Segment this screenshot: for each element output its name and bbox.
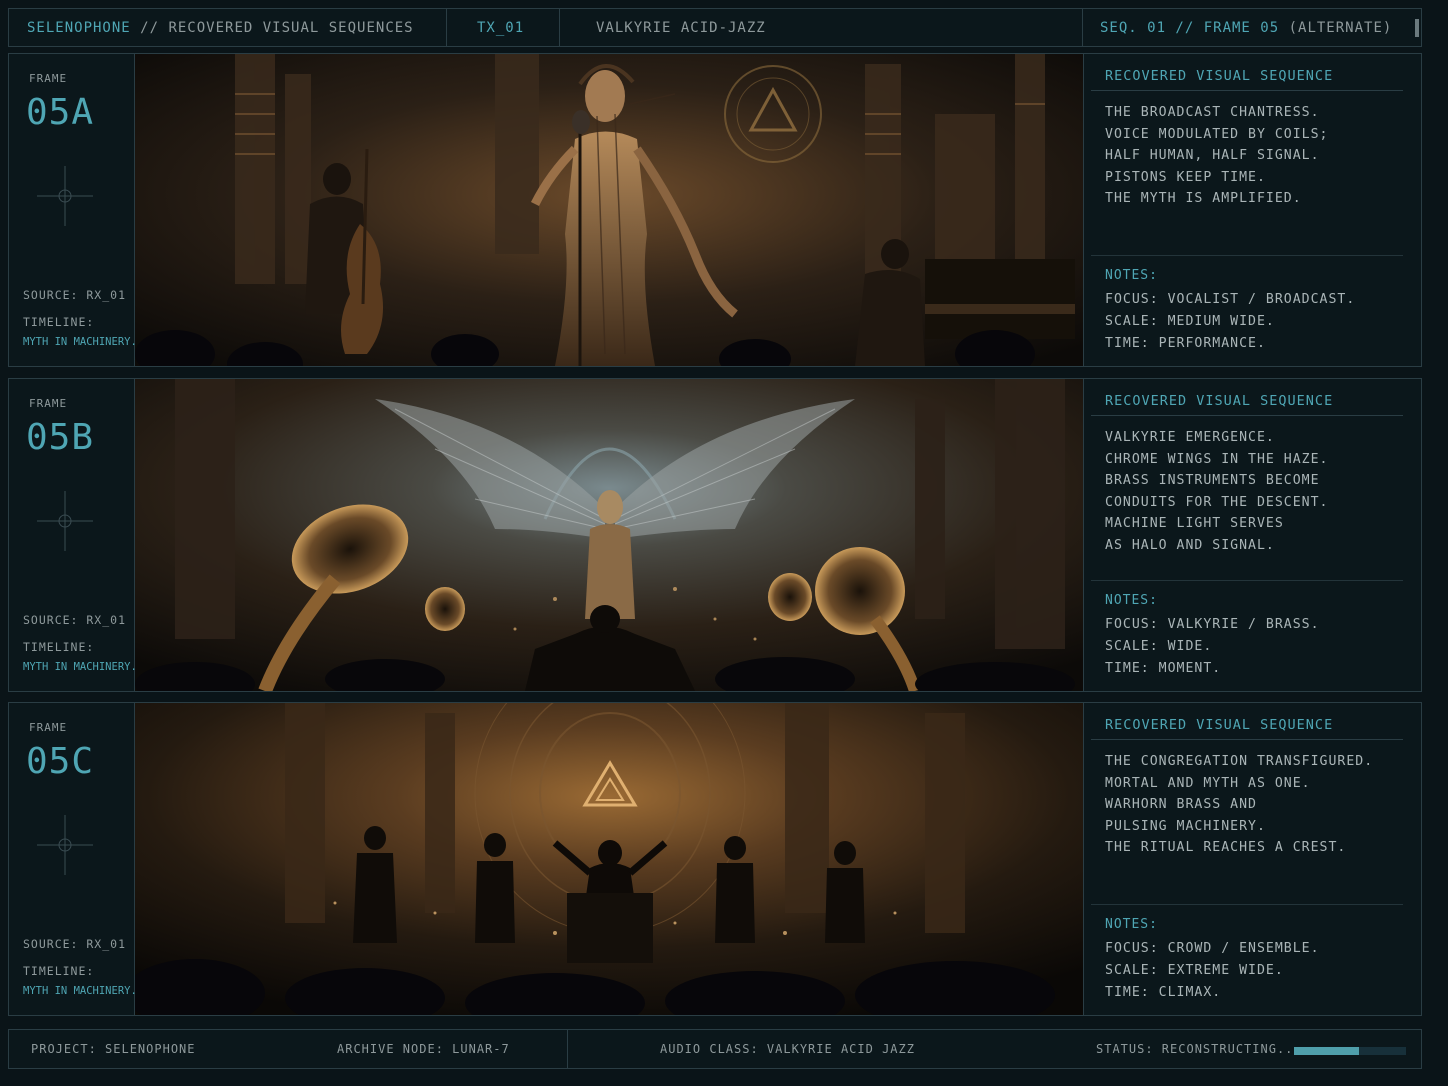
header-subtitle: RECOVERED VISUAL SEQUENCES (168, 19, 414, 36)
panel-title: RECOVERED VISUAL SEQUENCE (1105, 68, 1334, 84)
frame-description: THE BROADCAST CHANTRESS. VOICE MODULATED… (1105, 102, 1415, 210)
divider (1091, 904, 1403, 905)
note-line: TIME: MOMENT. (1105, 661, 1222, 676)
sequence-indicator: SEQ. 01 // FRAME 05 (ALTERNATE) (1100, 9, 1392, 46)
notes-heading: NOTES: (1105, 917, 1158, 932)
frame-description: VALKYRIE EMERGENCE. CHROME WINGS IN THE … (1105, 427, 1415, 557)
footer-bar: PROJECT: SELENOPHONE ARCHIVE NODE: LUNAR… (8, 1029, 1422, 1069)
description-line: HALF HUMAN, HALF SIGNAL. (1105, 148, 1320, 164)
divider (1091, 739, 1403, 740)
timeline-value: MYTH IN MACHINERY. (23, 661, 137, 673)
timeline-label: TIMELINE: (23, 315, 95, 329)
reticle-icon (37, 491, 93, 551)
timeline-label: TIMELINE: (23, 640, 95, 654)
description-line: PISTONS KEEP TIME. (1105, 169, 1266, 185)
notes-heading: NOTES: (1105, 268, 1158, 283)
frame-notes: FOCUS: VALKYRIE / BRASS. SCALE: WIDE. TI… (1105, 614, 1320, 680)
cursor-block (1415, 19, 1419, 37)
frame-description: THE CONGREGATION TRANSFIGURED. MORTAL AN… (1105, 751, 1415, 859)
archive-node-label: ARCHIVE NODE: LUNAR-7 (337, 1042, 510, 1056)
note-line: SCALE: MEDIUM WIDE. (1105, 314, 1275, 329)
description-line: WARHORN BRASS AND (1105, 797, 1257, 813)
footer-separator (567, 1030, 568, 1068)
frame-info: RECOVERED VISUAL SEQUENCE THE CONGREGATI… (1091, 703, 1421, 1015)
frame-info: RECOVERED VISUAL SEQUENCE VALKYRIE EMERG… (1091, 379, 1421, 691)
description-line: THE CONGREGATION TRANSFIGURED. (1105, 754, 1374, 769)
divider (1091, 580, 1403, 581)
frame-id: 05A (26, 92, 95, 133)
note-line: TIME: PERFORMANCE. (1105, 336, 1266, 351)
description-line: CONDUITS FOR THE DESCENT. (1105, 494, 1329, 510)
frame-meta: FRAME 05A SOURCE: RX_01 TIMELINE: MYTH I… (9, 54, 137, 366)
header-separator (559, 9, 560, 46)
app-name: SELENOPHONE (27, 19, 131, 36)
frame-image-congregation (135, 703, 1084, 1015)
description-line: CHROME WINGS IN THE HAZE. (1105, 451, 1329, 467)
timeline-value: MYTH IN MACHINERY. (23, 985, 137, 997)
frame-panel-05b: FRAME 05B SOURCE: RX_01 TIMELINE: MYTH I… (8, 378, 1422, 692)
frame-image-valkyrie (135, 379, 1084, 691)
reticle-icon (37, 166, 93, 226)
sequence-suffix: (ALTERNATE) (1288, 19, 1393, 36)
frame-id: 05B (26, 417, 95, 458)
frame-meta: FRAME 05B SOURCE: RX_01 TIMELINE: MYTH I… (9, 379, 137, 691)
frame-info: RECOVERED VISUAL SEQUENCE THE BROADCAST … (1091, 54, 1421, 366)
transmission-id: TX_01 (477, 19, 525, 36)
description-line: THE RITUAL REACHES A CREST. (1105, 840, 1347, 856)
status-label: STATUS: RECONSTRUCTING... (1096, 1042, 1302, 1056)
description-line: VALKYRIE EMERGENCE. (1105, 430, 1275, 445)
header-bar: SELENOPHONE // RECOVERED VISUAL SEQUENCE… (8, 8, 1422, 47)
frame-panel-05c: FRAME 05C SOURCE: RX_01 TIMELINE: MYTH I… (8, 702, 1422, 1016)
genre-label: VALKYRIE ACID-JAZZ (596, 19, 766, 36)
frame-panel-05a: FRAME 05A SOURCE: RX_01 TIMELINE: MYTH I… (8, 53, 1422, 367)
frame-notes: FOCUS: VOCALIST / BROADCAST. SCALE: MEDI… (1105, 289, 1355, 355)
divider (1091, 255, 1403, 256)
project-label: PROJECT: SELENOPHONE (31, 1042, 196, 1056)
progress-bar (1294, 1047, 1406, 1055)
source-label: SOURCE: RX_01 (23, 288, 127, 302)
description-line: PULSING MACHINERY. (1105, 818, 1266, 834)
frame-meta: FRAME 05C SOURCE: RX_01 TIMELINE: MYTH I… (9, 703, 137, 1015)
divider (1091, 415, 1403, 416)
frame-label: FRAME (29, 72, 68, 85)
divider (1091, 90, 1403, 91)
note-line: FOCUS: CROWD / ENSEMBLE. (1105, 941, 1320, 956)
description-line: THE MYTH IS AMPLIFIED. (1105, 191, 1302, 207)
description-line: AS HALO AND SIGNAL. (1105, 537, 1275, 553)
description-line: MORTAL AND MYTH AS ONE. (1105, 775, 1311, 791)
header-title: SELENOPHONE // RECOVERED VISUAL SEQUENCE… (27, 9, 414, 46)
timeline-value: MYTH IN MACHINERY. (23, 336, 137, 348)
progress-fill (1294, 1047, 1359, 1055)
panel-title: RECOVERED VISUAL SEQUENCE (1105, 717, 1334, 733)
reticle-icon (37, 815, 93, 875)
note-line: TIME: CLIMAX. (1105, 985, 1222, 1000)
panel-title: RECOVERED VISUAL SEQUENCE (1105, 393, 1334, 409)
description-line: VOICE MODULATED BY COILS; (1105, 126, 1329, 142)
header-separator (446, 9, 447, 46)
source-label: SOURCE: RX_01 (23, 937, 127, 951)
frame-notes: FOCUS: CROWD / ENSEMBLE. SCALE: EXTREME … (1105, 938, 1320, 1004)
audio-class-label: AUDIO CLASS: VALKYRIE ACID JAZZ (660, 1042, 915, 1056)
header-separator (1082, 9, 1083, 46)
notes-heading: NOTES: (1105, 593, 1158, 608)
frame-id: 05C (26, 741, 95, 782)
frame-image-vocalist (135, 54, 1084, 366)
sequence-frame: SEQ. 01 // FRAME 05 (1100, 19, 1280, 36)
frame-label: FRAME (29, 397, 68, 410)
note-line: FOCUS: VOCALIST / BROADCAST. (1105, 292, 1356, 307)
header-divider: // (140, 19, 160, 36)
description-line: MACHINE LIGHT SERVES (1105, 516, 1284, 532)
frame-label: FRAME (29, 721, 68, 734)
note-line: FOCUS: VALKYRIE / BRASS. (1105, 617, 1320, 632)
source-label: SOURCE: RX_01 (23, 613, 127, 627)
note-line: SCALE: EXTREME WIDE. (1105, 963, 1284, 978)
timeline-label: TIMELINE: (23, 964, 95, 978)
description-line: BRASS INSTRUMENTS BECOME (1105, 473, 1320, 489)
note-line: SCALE: WIDE. (1105, 639, 1213, 654)
description-line: THE BROADCAST CHANTRESS. (1105, 105, 1320, 120)
